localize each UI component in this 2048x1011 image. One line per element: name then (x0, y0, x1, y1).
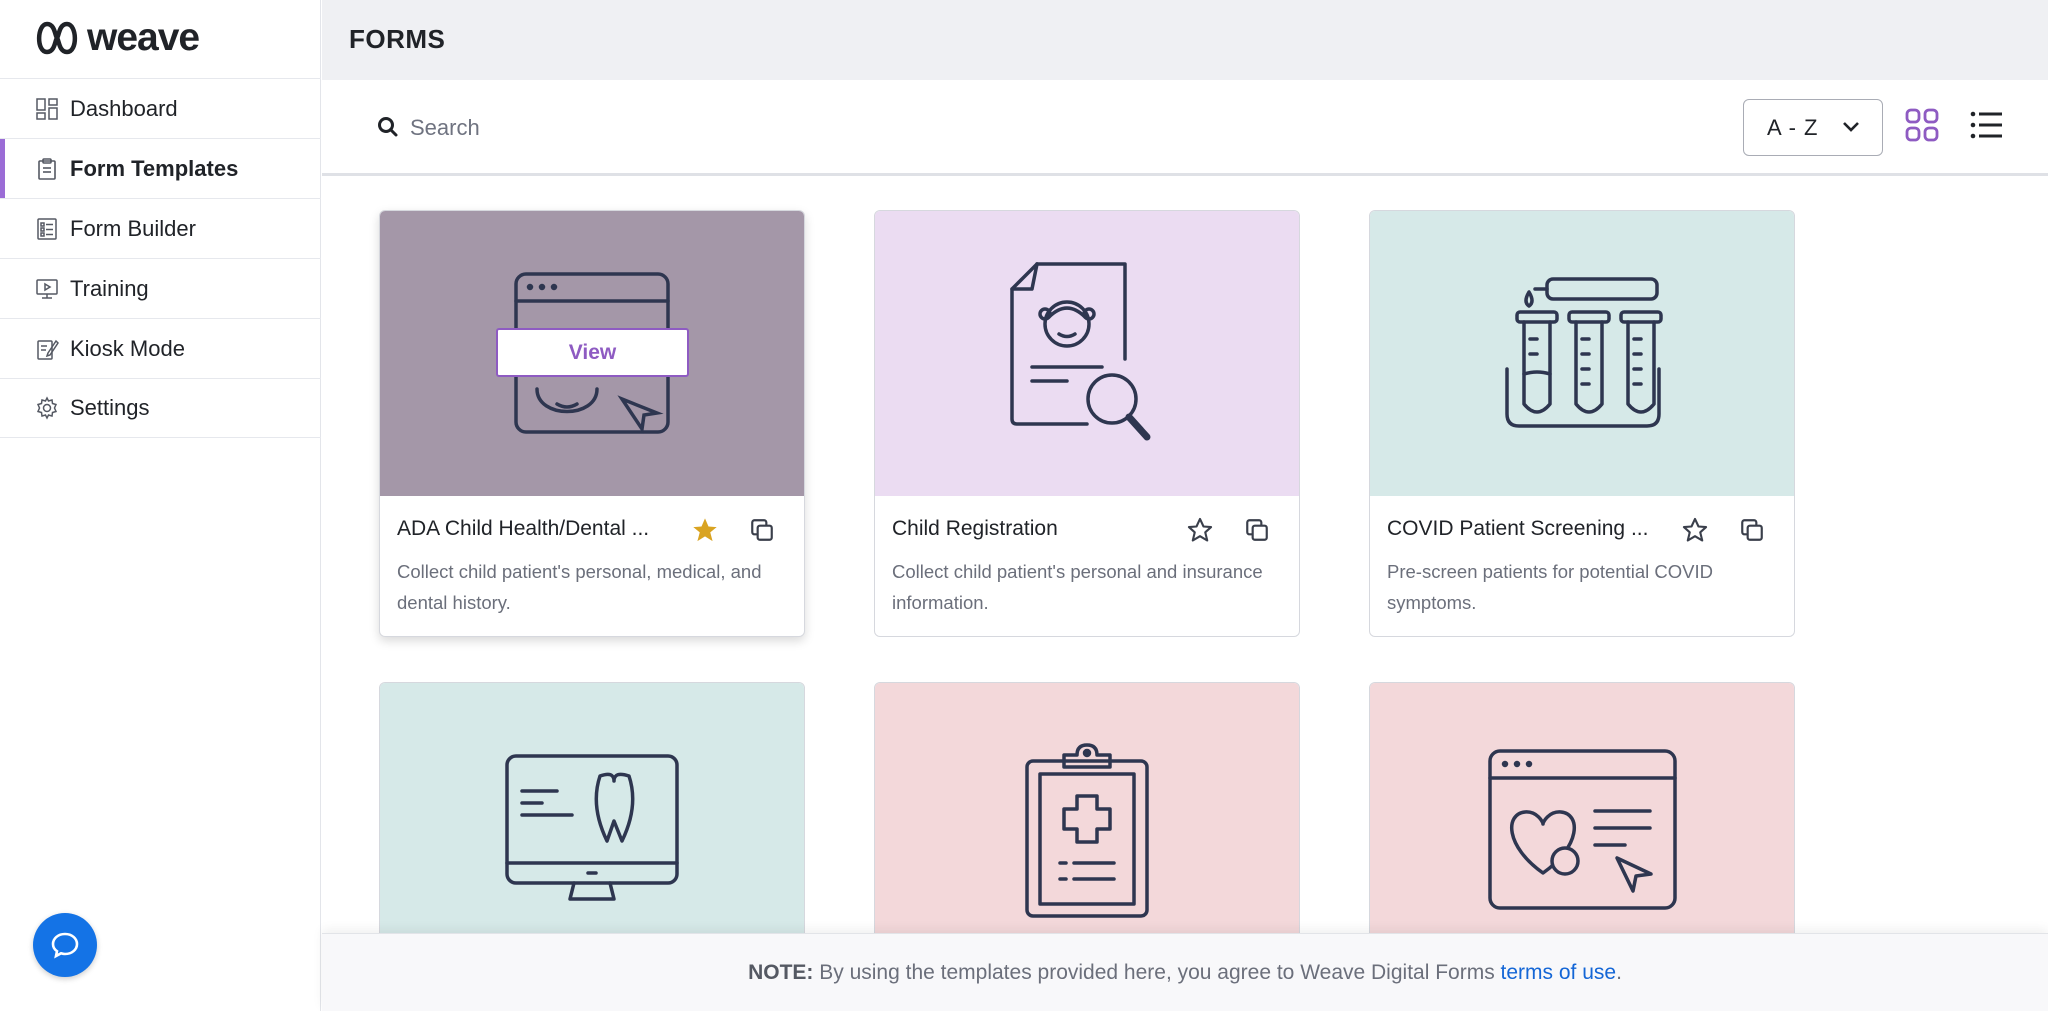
card-description: Collect child patient's personal, medica… (397, 561, 762, 613)
chevron-down-icon (1843, 122, 1859, 132)
view-button[interactable]: View (496, 328, 689, 377)
card-image (380, 683, 804, 941)
favorite-button[interactable] (1680, 515, 1710, 545)
test-tubes-illustration (1505, 276, 1663, 428)
star-outline-icon (1187, 517, 1213, 542)
sidebar-item-label: Form Builder (70, 215, 196, 241)
logo-text: weave (87, 16, 200, 59)
gear-icon (34, 395, 60, 421)
form-template-card[interactable] (874, 682, 1300, 942)
chat-button[interactable] (33, 913, 97, 977)
weave-logo-icon (36, 21, 78, 55)
weave-logo[interactable]: weave (33, 16, 200, 59)
tooth-monitor-illustration (505, 754, 679, 901)
form-template-card[interactable] (379, 682, 805, 942)
terms-of-use-link[interactable]: terms of use (1501, 961, 1617, 984)
grid-view-icon[interactable] (1904, 107, 1940, 143)
card-image (1370, 683, 1794, 941)
sidebar-item-kiosk-mode[interactable]: Kiosk Mode (0, 318, 321, 378)
form-template-card[interactable]: Child Registration Collect child patient… (874, 210, 1300, 637)
card-description: Pre-screen patients for potential COVID … (1387, 561, 1713, 613)
card-body: COVID Patient Screening ... Pre-screen p… (1370, 496, 1794, 636)
copy-icon (1741, 519, 1763, 541)
terms-note-bar: NOTE: By using the templates provided he… (322, 933, 2048, 1011)
copy-button[interactable] (1243, 516, 1271, 544)
star-outline-icon (1682, 517, 1708, 542)
presentation-icon (34, 276, 60, 302)
copy-icon (751, 519, 773, 541)
sort-value: A - Z (1767, 114, 1819, 140)
favorite-button[interactable] (1185, 515, 1215, 545)
card-body: Child Registration Collect child patient… (875, 496, 1299, 636)
sidebar-item-settings[interactable]: Settings (0, 378, 321, 438)
child-document-search-illustration (1010, 261, 1151, 440)
sidebar: weave Dashboard Form Templates Form Buil… (0, 0, 321, 1011)
sidebar-item-training[interactable]: Training (0, 258, 321, 318)
card-image (1370, 211, 1794, 496)
clipboard-icon (34, 156, 60, 182)
sidebar-item-label: Kiosk Mode (70, 335, 185, 361)
chat-bubble-icon (51, 932, 79, 959)
medical-clipboard-illustration (1025, 743, 1149, 918)
note-label: NOTE: (748, 960, 814, 984)
sidebar-item-label: Form Templates (70, 155, 239, 181)
form-template-card[interactable]: COVID Patient Screening ... Pre-screen p… (1369, 210, 1795, 637)
copy-button[interactable] (1738, 516, 1766, 544)
sidebar-item-label: Settings (70, 395, 150, 420)
card-image (875, 211, 1299, 496)
card-image: View (380, 211, 804, 496)
page-title: FORMS (349, 24, 446, 54)
card-title: COVID Patient Screening ... (1387, 517, 1649, 540)
dashboard-icon (34, 96, 60, 122)
form-template-card[interactable]: View ADA Child Health/Dental ... Collect… (379, 210, 805, 637)
form-template-card[interactable] (1369, 682, 1795, 942)
sidebar-item-form-builder[interactable]: Form Builder (0, 198, 321, 258)
sidebar-nav: Dashboard Form Templates Form Builder Tr… (0, 78, 321, 438)
list-view-icon[interactable] (1970, 110, 2004, 140)
page-header: FORMS (322, 0, 2048, 80)
card-title: Child Registration (892, 517, 1058, 540)
card-description: Collect child patient's personal and ins… (892, 561, 1263, 613)
terms-note: NOTE: By using the templates provided he… (748, 961, 1622, 985)
note-text: By using the templates provided here, yo… (813, 960, 1501, 984)
sidebar-item-dashboard[interactable]: Dashboard (0, 78, 321, 138)
star-filled-icon (693, 518, 717, 542)
favorite-button[interactable] (690, 515, 720, 545)
card-title: ADA Child Health/Dental ... (397, 517, 650, 540)
form-builder-icon (34, 216, 60, 242)
card-body: ADA Child Health/Dental ... Collect chil… (380, 496, 804, 636)
search-input[interactable] (410, 110, 1010, 146)
copy-icon (1246, 519, 1268, 541)
sort-select[interactable]: A - Z (1743, 99, 1883, 156)
toolbar: A - Z (322, 80, 2048, 176)
copy-button[interactable] (748, 516, 776, 544)
kiosk-icon (34, 336, 60, 362)
search-icon (378, 117, 398, 137)
sidebar-item-label: Training (70, 275, 149, 301)
heart-browser-illustration (1487, 749, 1677, 910)
sidebar-item-form-templates[interactable]: Form Templates (0, 138, 321, 198)
sidebar-item-label: Dashboard (70, 95, 178, 121)
note-end: . (1616, 960, 1622, 984)
card-image (875, 683, 1299, 941)
